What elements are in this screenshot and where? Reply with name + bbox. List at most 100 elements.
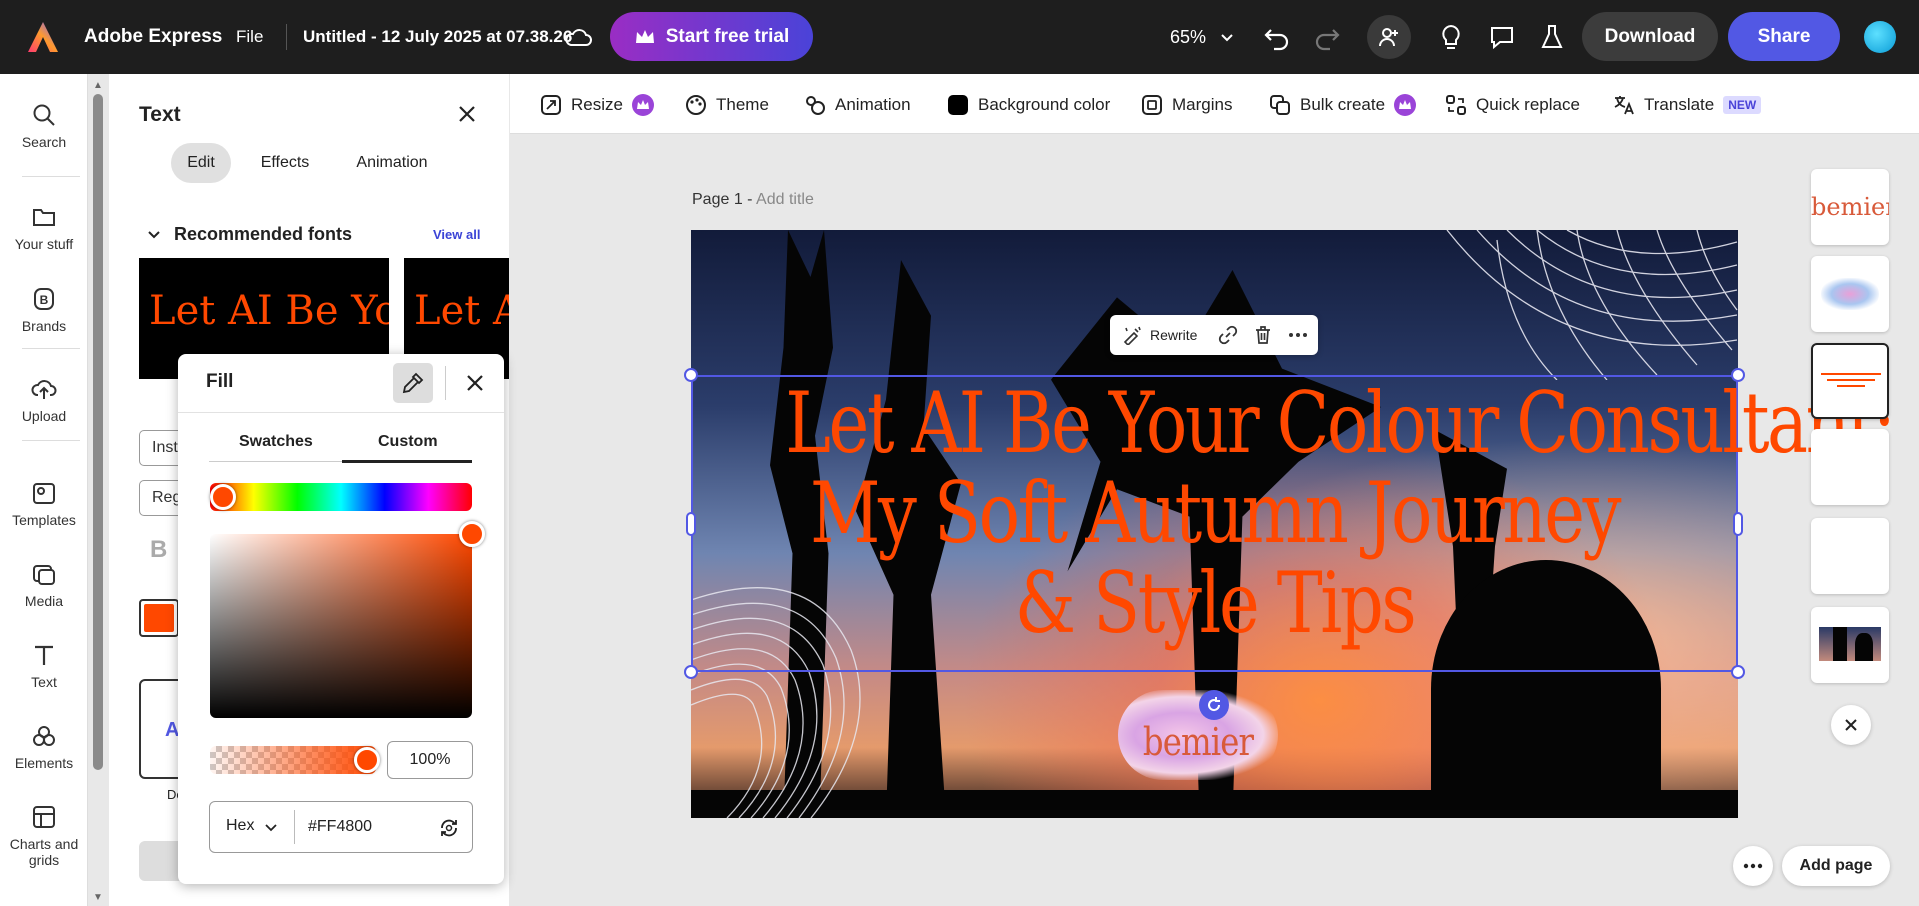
animation-button[interactable]: Animation: [804, 94, 911, 116]
saturation-picker-handle[interactable]: [459, 521, 485, 547]
undo-icon[interactable]: [1262, 22, 1292, 52]
bemier-logo-text[interactable]: bemier: [1130, 720, 1266, 764]
view-all-link[interactable]: View all: [433, 227, 480, 242]
hue-slider[interactable]: [210, 483, 472, 511]
download-button[interactable]: Download: [1582, 12, 1718, 61]
tab-effects[interactable]: Effects: [249, 143, 321, 183]
quick-replace-button[interactable]: Quick replace: [1445, 94, 1580, 116]
start-free-trial-button[interactable]: Start free trial: [610, 12, 813, 61]
margins-button[interactable]: Margins: [1141, 94, 1232, 116]
link-icon[interactable]: [1218, 325, 1238, 345]
headline-line: Let AI Be Your Colour Consultant:: [785, 374, 1896, 472]
thumbnail-text-line: [1837, 385, 1865, 387]
brand-icon: B: [34, 288, 54, 310]
tab-animation[interactable]: Animation: [345, 143, 439, 183]
add-title-link[interactable]: Add title: [756, 191, 814, 208]
page-thumbnail[interactable]: [1811, 518, 1889, 594]
rewrite-button[interactable]: Rewrite: [1150, 327, 1197, 343]
rail-item-your-stuff[interactable]: Your stuff: [0, 204, 88, 252]
bold-button[interactable]: B: [150, 536, 167, 564]
page-thumbnail[interactable]: [1811, 256, 1889, 332]
rail-item-search[interactable]: Search: [0, 102, 88, 150]
wire-mesh-graphic[interactable]: [1437, 230, 1739, 380]
resize-handle[interactable]: [684, 368, 698, 382]
page-label: Page 1 - Add title: [692, 191, 814, 209]
rail-label: Elements: [14, 755, 74, 771]
text-color-swatch[interactable]: [139, 599, 179, 637]
theme-button[interactable]: Theme: [685, 94, 769, 116]
close-icon[interactable]: [464, 372, 486, 394]
rewrite-icon[interactable]: [1122, 325, 1142, 345]
toolbar-label: Animation: [835, 95, 911, 114]
rail-item-brands[interactable]: B Brands: [0, 286, 88, 334]
more-options-icon[interactable]: [1288, 325, 1308, 345]
rail-item-text[interactable]: Text: [0, 642, 88, 690]
swap-color-icon[interactable]: [437, 816, 461, 840]
tab-swatches[interactable]: Swatches: [239, 433, 313, 451]
bulk-create-button[interactable]: Bulk create: [1269, 94, 1417, 116]
resize-handle[interactable]: [684, 665, 698, 679]
opacity-slider-handle[interactable]: [354, 747, 380, 773]
comment-icon[interactable]: [1487, 22, 1517, 52]
trash-icon[interactable]: [1253, 325, 1273, 345]
opacity-input[interactable]: 100%: [387, 741, 473, 779]
opacity-slider[interactable]: [210, 746, 376, 774]
app-name: Adobe Express: [84, 26, 223, 47]
panel-scrollbar[interactable]: [93, 94, 103, 770]
lightbulb-icon[interactable]: [1436, 22, 1466, 52]
page-thumbnail[interactable]: [1811, 607, 1889, 683]
page-thumbnail-active[interactable]: [1811, 343, 1889, 419]
share-button[interactable]: Share: [1728, 12, 1840, 61]
rail-item-upload[interactable]: Upload: [0, 376, 88, 424]
invite-button[interactable]: [1367, 15, 1411, 59]
thumbnail-text-line: [1827, 379, 1875, 381]
premium-crown-icon: [1394, 94, 1417, 116]
toolbar-label: Bulk create: [1300, 95, 1386, 114]
resize-button[interactable]: Resize: [540, 94, 654, 116]
add-page-button[interactable]: Add page: [1782, 846, 1890, 886]
rail-item-elements[interactable]: Elements: [0, 723, 88, 771]
side-resize-handle[interactable]: [1733, 512, 1743, 536]
toolbar-label: Background color: [978, 95, 1111, 114]
scroll-up-arrow[interactable]: ▲: [93, 80, 103, 91]
page-thumbnail[interactable]: [1811, 429, 1889, 505]
color-mode-select[interactable]: Hex: [226, 817, 254, 835]
rail-item-media[interactable]: Media: [0, 561, 88, 609]
rotate-handle[interactable]: [1199, 690, 1229, 720]
more-pages-button[interactable]: [1733, 846, 1773, 886]
rail-item-charts-and-grids[interactable]: Charts and grids: [0, 804, 88, 868]
labs-flask-icon[interactable]: [1537, 22, 1567, 52]
tab-edit[interactable]: Edit: [171, 143, 231, 183]
page-thumbnail[interactable]: bemier: [1811, 169, 1889, 245]
saturation-value-picker[interactable]: [210, 534, 472, 718]
translate-button[interactable]: Translate NEW: [1613, 94, 1762, 116]
resize-handle[interactable]: [1731, 368, 1745, 382]
file-menu[interactable]: File: [236, 27, 263, 47]
chevron-down-icon[interactable]: [265, 821, 277, 833]
headline-text[interactable]: Let AI Be Your Colour Consultant: My Sof…: [785, 374, 1896, 648]
avatar[interactable]: [1864, 21, 1896, 53]
resize-handle[interactable]: [1731, 665, 1745, 679]
theme-icon: [686, 95, 706, 115]
thumbnail-text-line: [1821, 373, 1881, 375]
thumbnail-tree: [1855, 633, 1873, 661]
adobe-express-logo[interactable]: [26, 20, 60, 54]
chevron-down-icon[interactable]: [147, 228, 161, 242]
cloud-sync-icon[interactable]: [564, 26, 592, 48]
eyedropper-button[interactable]: [393, 363, 433, 403]
toolbar-label: Quick replace: [1476, 95, 1580, 114]
document-title[interactable]: Untitled - 12 July 2025 at 07.38.26: [303, 27, 572, 47]
toolbar-label: Theme: [716, 95, 769, 114]
close-thumbnails-button[interactable]: [1831, 705, 1871, 745]
close-icon[interactable]: [456, 103, 478, 125]
hex-value-input[interactable]: #FF4800: [308, 818, 372, 836]
rail-item-templates[interactable]: Templates: [0, 480, 88, 528]
scroll-down-arrow[interactable]: ▼: [93, 892, 103, 903]
hue-slider-handle[interactable]: [210, 484, 236, 510]
side-resize-handle[interactable]: [686, 512, 696, 536]
background-color-button[interactable]: Background color: [947, 94, 1110, 116]
redo-icon[interactable]: [1312, 22, 1342, 52]
chevron-down-icon[interactable]: [1220, 30, 1234, 44]
tab-custom[interactable]: Custom: [378, 433, 438, 451]
zoom-level[interactable]: 65%: [1170, 27, 1206, 48]
